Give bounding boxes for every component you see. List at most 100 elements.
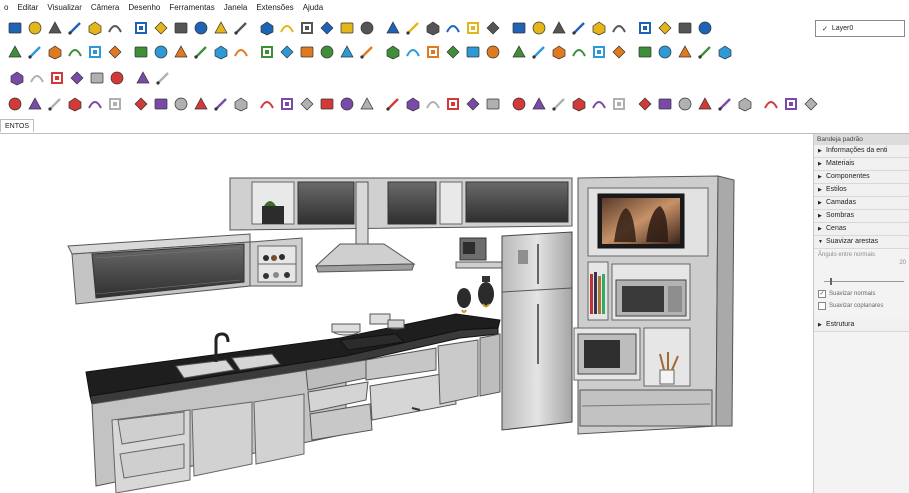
eraser-icon[interactable] — [46, 44, 63, 61]
pan-icon[interactable] — [530, 44, 547, 61]
back-view-icon[interactable] — [298, 20, 315, 37]
menu-help[interactable]: Ajuda — [299, 3, 328, 12]
door-tool-icon[interactable] — [358, 96, 375, 113]
left-view-icon[interactable] — [318, 20, 335, 37]
rectangle-icon[interactable] — [106, 44, 123, 61]
roof-icon[interactable] — [384, 96, 401, 113]
path-icon[interactable] — [6, 96, 23, 113]
tray-materials[interactable]: ▶ Materiais — [814, 158, 909, 171]
model-info-icon[interactable] — [192, 20, 209, 37]
tray-shadows[interactable]: ▶ Sombras — [814, 210, 909, 223]
ext-warehouse-icon[interactable] — [676, 20, 693, 37]
material-icon[interactable] — [782, 96, 799, 113]
solid-trim-icon[interactable] — [48, 70, 65, 87]
two-point-arc-icon[interactable] — [232, 44, 249, 61]
bed-icon[interactable] — [610, 96, 627, 113]
extrude-edges-icon[interactable] — [212, 96, 229, 113]
smooth-normals-option[interactable]: ✓ Suavizar normais — [818, 290, 906, 298]
tray-outliner[interactable]: ▶ Estrutura — [814, 319, 909, 332]
circle-icon[interactable] — [152, 44, 169, 61]
menu-camera[interactable]: Câmera — [87, 3, 124, 12]
3d-text-icon[interactable] — [484, 44, 501, 61]
menu-edit[interactable]: Editar — [13, 3, 43, 12]
drawer-tool-icon[interactable] — [464, 96, 481, 113]
hidden-line-icon[interactable] — [384, 20, 401, 37]
tray-entity-info[interactable]: ▶ Informações da enti — [814, 145, 909, 158]
grid-tool-icon[interactable] — [510, 96, 527, 113]
protractor-icon[interactable] — [424, 44, 441, 61]
rotate-icon[interactable] — [298, 44, 315, 61]
polygon-icon[interactable] — [172, 44, 189, 61]
eye-icon[interactable] — [802, 96, 819, 113]
rotate-comp-icon[interactable] — [154, 70, 171, 87]
undo-icon[interactable] — [132, 20, 149, 37]
curviloft-icon[interactable] — [86, 96, 103, 113]
rug-icon[interactable] — [676, 96, 693, 113]
bezier-icon[interactable] — [106, 96, 123, 113]
arc-icon[interactable] — [192, 44, 209, 61]
smooth-coplanar-option[interactable]: Suavizar coplanares — [818, 302, 906, 310]
send-layout-icon[interactable] — [696, 20, 713, 37]
text-icon[interactable] — [444, 44, 461, 61]
solid-split-icon[interactable] — [68, 70, 85, 87]
walk-icon[interactable] — [656, 44, 673, 61]
xray-icon[interactable] — [338, 20, 355, 37]
pencil-icon[interactable] — [66, 44, 83, 61]
textured-icon[interactable] — [424, 20, 441, 37]
chair-icon[interactable] — [550, 96, 567, 113]
flip-icon[interactable] — [134, 70, 151, 87]
model-viewport[interactable] — [0, 134, 812, 493]
menu-file[interactable]: o — [0, 3, 13, 12]
zoom-extents-icon[interactable] — [590, 44, 607, 61]
scene-tab[interactable]: ENTOS — [0, 119, 34, 132]
sofa-icon[interactable] — [590, 96, 607, 113]
weld-icon[interactable] — [192, 96, 209, 113]
erase-icon[interactable] — [106, 20, 123, 37]
share-icon[interactable] — [636, 20, 653, 37]
cabinet-tool-icon[interactable] — [444, 96, 461, 113]
zoom-icon[interactable] — [550, 44, 567, 61]
menu-tools[interactable]: Ferramentas — [165, 3, 219, 12]
helix-icon[interactable] — [716, 96, 733, 113]
plant-icon[interactable] — [656, 96, 673, 113]
smooth-normals-checkbox[interactable]: ✓ — [818, 290, 826, 298]
warehouse-icon[interactable] — [610, 20, 627, 37]
save-icon[interactable] — [26, 20, 43, 37]
rail-icon[interactable] — [318, 96, 335, 113]
house-icon[interactable] — [464, 20, 481, 37]
tube-icon[interactable] — [278, 96, 295, 113]
terrain-icon[interactable] — [716, 44, 733, 61]
tools-on-surface-icon[interactable] — [172, 96, 189, 113]
move-icon[interactable] — [258, 44, 275, 61]
scale-icon[interactable] — [338, 44, 355, 61]
offset-icon[interactable] — [358, 44, 375, 61]
orbit-icon[interactable] — [6, 44, 23, 61]
vase-icon[interactable] — [696, 96, 713, 113]
fredo-scale-icon[interactable] — [66, 96, 83, 113]
look-around-icon[interactable] — [636, 44, 653, 61]
orbit2-icon[interactable] — [510, 44, 527, 61]
copy-icon[interactable] — [66, 20, 83, 37]
tape-icon[interactable] — [384, 44, 401, 61]
menu-draw[interactable]: Desenho — [124, 3, 165, 12]
redo-icon[interactable] — [152, 20, 169, 37]
slider-thumb[interactable] — [830, 278, 832, 285]
round-corner-icon[interactable] — [46, 96, 63, 113]
open-icon[interactable] — [6, 20, 23, 37]
table-icon[interactable] — [570, 96, 587, 113]
paint-icon[interactable] — [26, 44, 43, 61]
menu-window[interactable]: Janela — [220, 3, 253, 12]
section-plane-icon[interactable] — [676, 44, 693, 61]
arrow-tool-icon[interactable] — [530, 96, 547, 113]
top-view-icon[interactable] — [232, 20, 249, 37]
layer-selector[interactable]: ✓ Layer0 — [815, 20, 905, 37]
menu-view[interactable]: Visualizar — [43, 3, 87, 12]
component-icon[interactable] — [762, 96, 779, 113]
shape-bender-icon[interactable] — [152, 96, 169, 113]
extrude-lines-icon[interactable] — [232, 96, 249, 113]
section-cut-icon[interactable] — [590, 20, 607, 37]
outer-shell-icon[interactable] — [88, 70, 105, 87]
smooth-coplanar-checkbox[interactable] — [818, 302, 826, 310]
house-front-icon[interactable] — [510, 20, 527, 37]
tray-components[interactable]: ▶ Componentes — [814, 171, 909, 184]
